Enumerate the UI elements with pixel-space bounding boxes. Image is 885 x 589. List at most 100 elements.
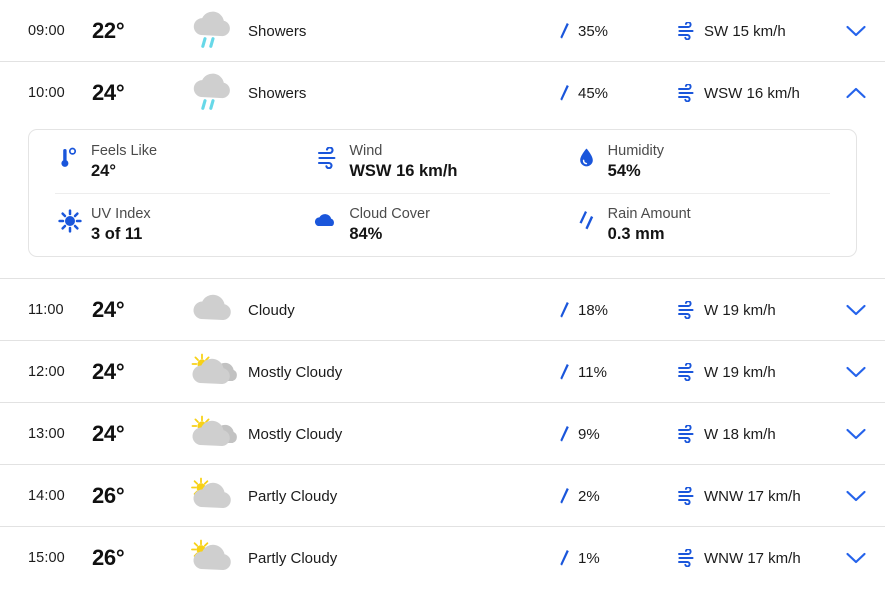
chevron-down-icon[interactable] [845, 303, 867, 317]
row-temperature: 22° [92, 18, 125, 43]
wind-icon [677, 487, 697, 505]
chevron-down-icon[interactable] [845, 427, 867, 441]
chevron-up-icon[interactable] [845, 86, 867, 100]
partly-cloudy-icon [184, 474, 242, 518]
row-wind: WNW 17 km/h [677, 487, 827, 505]
detail-card: Feels Like 24° Wind WSW 16 km/h Humidity… [28, 129, 857, 257]
precipitation-value: 1% [578, 549, 600, 567]
cloudy-icon [184, 288, 242, 332]
metric-label: Humidity [607, 142, 665, 159]
showers-icon [184, 9, 242, 53]
wind-value: WNW 17 km/h [704, 487, 801, 505]
condition-label: Partly Cloudy [248, 549, 338, 567]
condition-label: Cloudy [248, 301, 295, 319]
raindrop-icon [557, 300, 571, 320]
metric-label: Feels Like [91, 142, 158, 159]
cloud-filled-icon [313, 206, 343, 236]
metric-label: UV Index [91, 206, 151, 223]
metric-value: WSW 16 km/h [349, 161, 458, 180]
raindrop-icon [557, 83, 571, 103]
detail-row-bottom: UV Index 3 of 11 Cloud Cover 84% Rain Am… [55, 193, 830, 256]
wind-icon [677, 22, 697, 40]
precipitation-value: 35% [578, 22, 609, 40]
expand-toggle-1100[interactable] [827, 303, 885, 317]
row-condition: Showers [184, 71, 557, 115]
row-time: 09:00 [28, 23, 65, 39]
expand-toggle-1300[interactable] [827, 427, 885, 441]
hourly-forecast-list: 09:00 22° Showers 35% SW 15 km/h 10:00 2… [0, 0, 885, 589]
wind-icon [677, 84, 697, 102]
row-wind: WSW 16 km/h [677, 84, 827, 102]
row-temperature: 26° [92, 545, 125, 570]
metric-value: 84% [349, 225, 383, 244]
expand-toggle-1200[interactable] [827, 365, 885, 379]
row-temperature: 24° [92, 297, 125, 322]
raindrop-icon [557, 362, 571, 382]
metric-label: Wind [349, 142, 383, 159]
mostly-cloudy-icon [184, 350, 242, 394]
row-wind: WNW 17 km/h [677, 549, 827, 567]
detail-metric-uv-index: UV Index 3 of 11 [55, 205, 313, 245]
forecast-row-1200[interactable]: 12:00 24° Mostly Cloudy 11% W 19 km/h [0, 341, 885, 403]
row-temperature: 24° [92, 421, 125, 446]
metric-value: 3 of 11 [91, 225, 143, 244]
detail-metric-rain-amount: Rain Amount 0.3 mm [572, 205, 830, 245]
forecast-row-1100[interactable]: 11:00 24° Cloudy 18% W 19 km/h [0, 279, 885, 341]
wind-icon [677, 425, 697, 443]
uv-sun-icon [55, 206, 85, 236]
forecast-row-1000[interactable]: 10:00 24° Showers 45% WSW 16 km/h [0, 62, 885, 124]
precipitation-value: 18% [578, 301, 609, 319]
row-condition: Partly Cloudy [184, 474, 557, 518]
row-condition: Mostly Cloudy [184, 350, 557, 394]
wind-icon [677, 301, 697, 319]
expanded-detail-panel: Feels Like 24° Wind WSW 16 km/h Humidity… [0, 124, 885, 279]
thermometer-icon [55, 143, 85, 173]
wind-value: WSW 16 km/h [704, 84, 800, 102]
chevron-down-icon[interactable] [845, 489, 867, 503]
row-wind: SW 15 km/h [677, 22, 827, 40]
water-drop-icon [572, 143, 602, 173]
row-time: 14:00 [28, 488, 65, 504]
detail-metric-cloud-cover: Cloud Cover 84% [313, 205, 571, 245]
row-time: 11:00 [28, 302, 64, 318]
row-time: 15:00 [28, 550, 65, 566]
wind-value: WNW 17 km/h [704, 549, 801, 567]
row-condition: Cloudy [184, 288, 557, 332]
expand-toggle-0900[interactable] [827, 24, 885, 38]
row-condition: Showers [184, 9, 557, 53]
partly-cloudy-icon [184, 536, 242, 580]
chevron-down-icon[interactable] [845, 24, 867, 38]
showers-icon [184, 71, 242, 115]
row-precipitation: 35% [557, 21, 677, 41]
raindrop-icon [557, 548, 571, 568]
precipitation-value: 45% [578, 84, 609, 102]
row-temperature: 24° [92, 80, 125, 105]
chevron-down-icon[interactable] [845, 365, 867, 379]
wind-value: W 19 km/h [704, 363, 776, 381]
row-temperature: 24° [92, 359, 125, 384]
expand-toggle-1400[interactable] [827, 489, 885, 503]
row-condition: Mostly Cloudy [184, 412, 557, 456]
expand-toggle-1500[interactable] [827, 551, 885, 565]
row-wind: W 18 km/h [677, 425, 827, 443]
wind-icon [677, 549, 697, 567]
row-precipitation: 18% [557, 300, 677, 320]
condition-label: Showers [248, 22, 307, 40]
forecast-row-1400[interactable]: 14:00 26° Partly Cloudy 2% WNW 17 km/h [0, 465, 885, 527]
precipitation-value: 11% [578, 363, 607, 381]
expand-toggle-1000[interactable] [827, 86, 885, 100]
metric-label: Rain Amount [607, 206, 691, 223]
raindrop-icon [557, 486, 571, 506]
chevron-down-icon[interactable] [845, 551, 867, 565]
row-precipitation: 2% [557, 486, 677, 506]
detail-metric-wind: Wind WSW 16 km/h [313, 142, 571, 182]
row-temperature: 26° [92, 483, 125, 508]
forecast-row-0900[interactable]: 09:00 22° Showers 35% SW 15 km/h [0, 0, 885, 62]
condition-label: Showers [248, 84, 307, 102]
forecast-row-1500[interactable]: 15:00 26° Partly Cloudy 1% WNW 17 km/h [0, 527, 885, 589]
row-wind: W 19 km/h [677, 301, 827, 319]
condition-label: Partly Cloudy [248, 487, 338, 505]
row-wind: W 19 km/h [677, 363, 827, 381]
forecast-row-1300[interactable]: 13:00 24° Mostly Cloudy 9% W 18 km/h [0, 403, 885, 465]
raindrop-icon [557, 424, 571, 444]
